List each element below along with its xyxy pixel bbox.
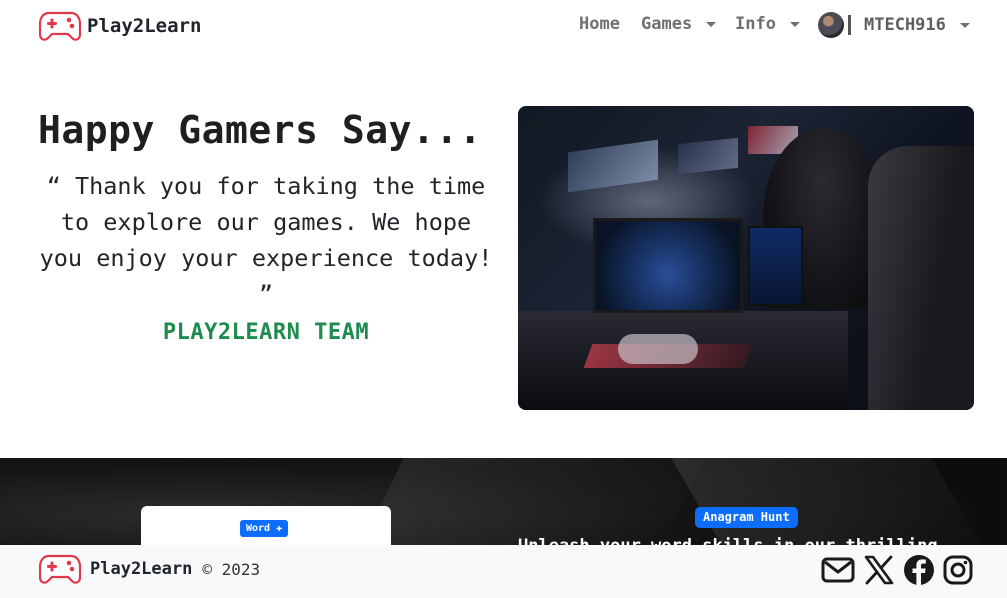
x-twitter-icon[interactable]: [863, 555, 895, 585]
facebook-icon[interactable]: [903, 554, 935, 586]
hero-title: Happy Gamers Say...: [38, 108, 483, 152]
instagram-icon[interactable]: [943, 555, 973, 585]
nav-info-label: Info: [735, 14, 776, 34]
gamer-photo: [518, 106, 974, 410]
navbar: Play2Learn Home Games Info MTECH916: [0, 0, 1007, 52]
user-menu-dropdown[interactable]: MTECH916: [818, 12, 970, 38]
anagram-hunt-badge: Anagram Hunt: [695, 507, 798, 528]
avatar: [818, 12, 844, 38]
footer-brand-name: Play2Learn: [90, 559, 193, 579]
nav-home-link[interactable]: Home: [579, 14, 620, 34]
footer-copyright: © 2023: [202, 559, 261, 579]
social-links: [821, 554, 981, 586]
main-nav: Home Games Info MTECH916: [0, 12, 1007, 38]
nav-games-label: Games: [641, 14, 693, 34]
envelope-icon[interactable]: [821, 555, 855, 585]
caret-down-icon: [789, 21, 800, 27]
caret-down-icon: [959, 22, 970, 28]
nav-games-dropdown[interactable]: Games: [641, 14, 717, 34]
testimonial-quote: “ Thank you for taking the time to explo…: [39, 172, 493, 308]
divider: [848, 15, 851, 35]
nav-info-dropdown[interactable]: Info: [735, 14, 800, 34]
caret-down-icon: [706, 21, 717, 27]
username: MTECH916: [864, 15, 946, 35]
footer-brand: Play2Learn © 2023: [39, 553, 260, 585]
testimonial-signature: PLAY2LEARN TEAM: [162, 320, 370, 345]
word-badge: Word ✚: [240, 520, 289, 537]
nav-home-label: Home: [579, 14, 620, 34]
footer: Play2Learn © 2023: [0, 545, 1007, 598]
gamepad-logo-icon: [39, 554, 81, 584]
